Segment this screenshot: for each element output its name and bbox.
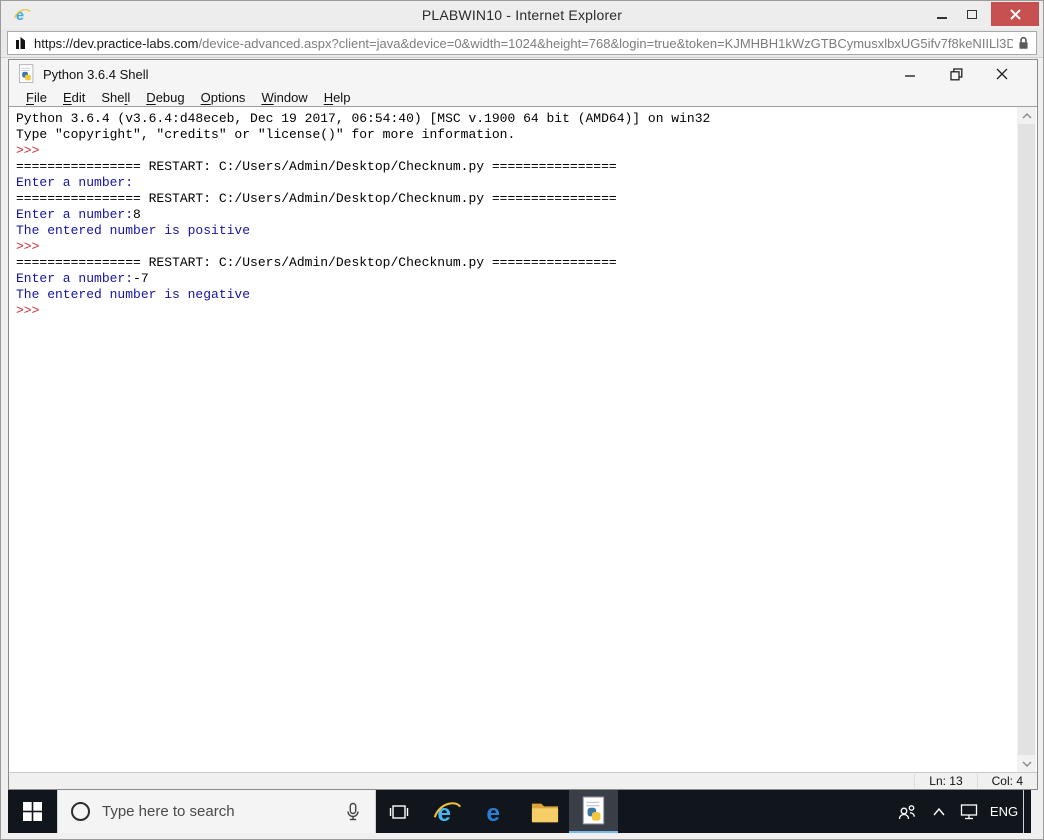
close-icon — [996, 68, 1008, 80]
idle-titlebar: Python 3.6.4 Shell — [9, 60, 1037, 88]
task-view-button[interactable] — [376, 790, 422, 833]
menu-file[interactable]: File — [18, 88, 55, 106]
ie-close-button[interactable] — [991, 2, 1039, 26]
windows-taskbar: Type here to search e e ENG — [8, 790, 1031, 833]
taskbar-edge-button[interactable]: e — [471, 790, 520, 833]
people-icon — [898, 804, 915, 819]
scrollbar-thumb[interactable] — [1018, 124, 1035, 755]
idle-menubar: File Edit She l l Debug Options Window Help — [9, 88, 1037, 107]
shell-line: Enter a number: — [16, 175, 134, 190]
microphone-icon[interactable] — [343, 802, 363, 822]
url-domain: https://dev.practice-labs.com — [34, 35, 199, 51]
remote-desktop: Python 3.6.4 Shell F ile E dit She l l D… — [1, 58, 1043, 834]
file-explorer-icon — [531, 803, 558, 822]
idle-shell-window: Python 3.6.4 Shell F ile E dit She l l D… — [8, 59, 1038, 790]
idle-statusbar: Ln: 13 Col: 4 — [9, 772, 1037, 789]
restore-icon — [949, 67, 962, 80]
minimize-icon — [905, 75, 915, 77]
hidden-icons-button[interactable] — [925, 790, 953, 833]
shell-line: The entered number is negative — [16, 287, 251, 302]
idle-python-file-icon — [19, 64, 34, 83]
edge-icon: e — [486, 799, 500, 825]
ie-addressbar: https://dev.practice-labs.com/device-adv… — [1, 29, 1043, 58]
language-indicator[interactable]: ENG — [985, 790, 1023, 833]
close-icon — [1009, 8, 1021, 20]
svg-text:e: e — [486, 799, 500, 825]
status-line-indicator: Ln: 13 — [914, 774, 976, 788]
network-icon — [960, 804, 978, 820]
taskbar-file-explorer-button[interactable] — [520, 790, 569, 833]
menu-edit[interactable]: Edit — [55, 88, 93, 106]
taskbar-ie-button[interactable]: e — [422, 790, 471, 833]
python-idle-icon — [582, 796, 604, 824]
show-desktop-button[interactable] — [1023, 790, 1031, 833]
shell-line: Enter a number:-7 — [16, 271, 149, 286]
internet-explorer-icon: e — [433, 799, 461, 826]
chevron-up-icon — [933, 807, 945, 815]
vertical-scrollbar[interactable] — [1017, 107, 1036, 772]
shell-line: ================ RESTART: C:/Users/Admin… — [16, 255, 617, 270]
status-col-indicator: Col: 4 — [976, 774, 1037, 788]
idle-window-title: Python 3.6.4 Shell — [43, 66, 149, 82]
shell-line: >>> — [16, 143, 48, 158]
start-button[interactable] — [8, 790, 57, 833]
ie-maximize-button[interactable] — [957, 1, 987, 28]
shell-line: Type "copyright", "credits" or "license(… — [16, 127, 516, 142]
site-favicon-icon — [16, 37, 25, 49]
shell-line: >>> — [16, 303, 48, 318]
shell-line: The entered number is positive — [16, 223, 251, 238]
lock-icon — [1019, 36, 1028, 49]
shell-line: ================ RESTART: C:/Users/Admin… — [16, 159, 617, 174]
menu-shell[interactable]: She l l — [93, 88, 138, 106]
idle-close-button[interactable] — [979, 60, 1025, 88]
ie-window-title: PLABWIN10 - Internet Explorer — [421, 7, 623, 23]
shell-text-area[interactable]: Python 3.6.4 (v3.6.4:d48eceb, Dec 19 201… — [9, 107, 1037, 772]
scroll-down-icon[interactable] — [1017, 755, 1036, 772]
network-button[interactable] — [953, 790, 985, 833]
taskbar-idle-button-active[interactable] — [569, 790, 618, 833]
address-input[interactable]: https://dev.practice-labs.com/device-adv… — [7, 31, 1037, 55]
taskbar-empty-space — [618, 790, 889, 833]
task-view-icon — [389, 804, 409, 819]
idle-minimize-button[interactable] — [887, 60, 933, 88]
menu-options[interactable]: Options — [193, 88, 254, 106]
ie-minimize-button[interactable] — [927, 1, 957, 28]
idle-restore-button[interactable] — [933, 60, 979, 88]
shell-line: Python 3.6.4 (v3.6.4:d48eceb, Dec 19 201… — [16, 111, 711, 126]
ie-titlebar: e PLABWIN10 - Internet Explorer — [1, 1, 1043, 29]
system-tray: ENG — [889, 790, 1031, 833]
shell-line: ================ RESTART: C:/Users/Admin… — [16, 191, 617, 206]
ie-window: e PLABWIN10 - Internet Explorer https://… — [0, 0, 1044, 840]
scroll-up-icon[interactable] — [1017, 107, 1036, 124]
menu-debug[interactable]: Debug — [138, 88, 192, 106]
shell-line: Enter a number:8 — [16, 207, 141, 222]
url-path: /device-advanced.aspx?client=java&device… — [198, 35, 1014, 51]
taskbar-search-box[interactable]: Type here to search — [57, 790, 376, 833]
people-button[interactable] — [889, 790, 925, 833]
cortana-icon — [71, 802, 90, 821]
search-placeholder: Type here to search — [102, 803, 235, 820]
menu-help[interactable]: Help — [316, 88, 359, 106]
windows-logo-icon — [23, 802, 42, 821]
shell-line: >>> — [16, 239, 48, 254]
menu-window[interactable]: Window — [253, 88, 315, 106]
